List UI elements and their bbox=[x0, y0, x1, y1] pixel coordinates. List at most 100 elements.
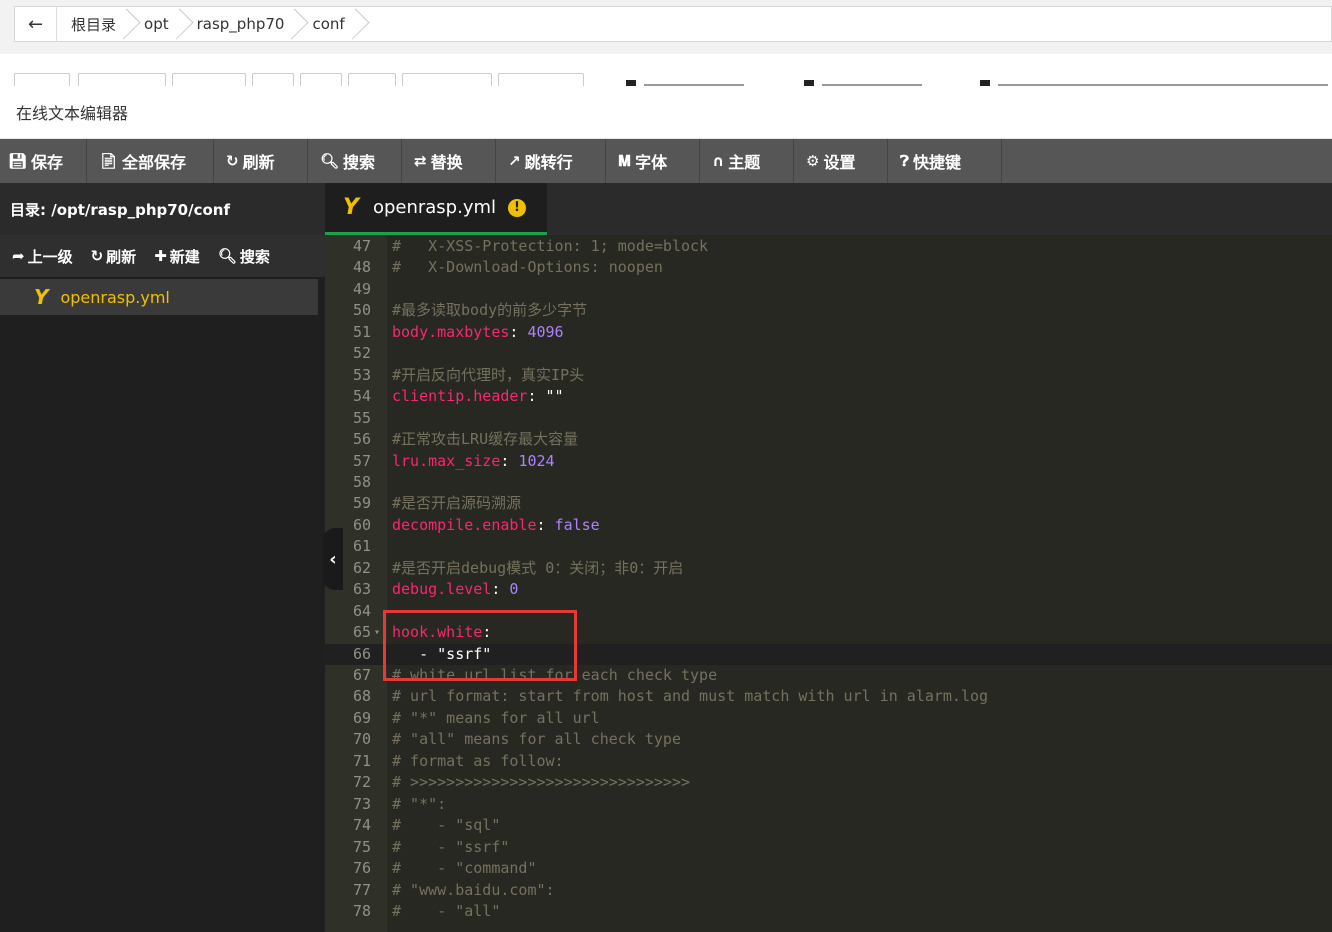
code-line[interactable]: 70 # "all" means for all check type bbox=[325, 729, 1332, 750]
save-button[interactable]: 💾︎ 保存 bbox=[0, 139, 87, 183]
code-line[interactable]: 73 # "*": bbox=[325, 794, 1332, 815]
code-token: #开启反向代理时，真实IP头 bbox=[392, 365, 585, 384]
code-line[interactable]: 68 # url format: start from host and must… bbox=[325, 686, 1332, 707]
code-line[interactable]: 78 # - "all" bbox=[325, 901, 1332, 922]
back-arrow-icon[interactable]: ← bbox=[15, 7, 57, 41]
breadcrumb-item-root[interactable]: 根目录 bbox=[57, 7, 141, 41]
code-line[interactable]: 50 #最多读取body的前多少字节 bbox=[325, 300, 1332, 321]
line-content: clientip.header: "" bbox=[392, 386, 564, 407]
line-content: decompile.enable: false bbox=[392, 515, 600, 536]
line-content: #是否开启debug模式 0：关闭；非0：开启 bbox=[392, 558, 683, 579]
refresh-button[interactable]: ↻ 刷新 bbox=[214, 139, 308, 183]
file-sidebar: 目录: /opt/rasp_php70/conf ➦ 上一级 ↻ 刷新 ✚ 新建 🔍︎… bbox=[0, 183, 325, 932]
code-line[interactable]: 63 debug.level: 0 bbox=[325, 579, 1332, 600]
line-content: # - "all" bbox=[392, 901, 500, 922]
code-line[interactable]: 49 bbox=[325, 279, 1332, 300]
code-line[interactable]: 74 # - "sql" bbox=[325, 815, 1332, 836]
collapse-sidebar-button[interactable]: ‹ bbox=[323, 528, 343, 590]
code-line[interactable]: 56 #正常攻击LRU缓存最大容量 bbox=[325, 429, 1332, 450]
replace-icon: ⇄ bbox=[414, 152, 427, 170]
code-token: "ssrf" bbox=[437, 644, 492, 663]
line-number: 66 bbox=[352, 644, 371, 663]
code-line[interactable]: 58 bbox=[325, 472, 1332, 493]
file-item-openrasp-yml[interactable]: Y openrasp.yml bbox=[0, 279, 318, 315]
code-line[interactable]: 71 # format as follow: bbox=[325, 751, 1332, 772]
line-number: 64 bbox=[352, 601, 371, 620]
code-line[interactable]: 60 decompile.enable: false bbox=[325, 515, 1332, 536]
code-token: # - "sql" bbox=[392, 816, 501, 835]
code-token: : bbox=[509, 322, 528, 341]
code-token: : bbox=[482, 623, 492, 642]
goto-line-icon: ↗ bbox=[508, 152, 521, 170]
code-line[interactable]: 64 bbox=[325, 601, 1332, 622]
font-icon: 𝐌 bbox=[618, 152, 632, 170]
line-number: 57 bbox=[352, 451, 371, 470]
code-line[interactable]: 76 # - "command" bbox=[325, 858, 1332, 879]
save-all-button[interactable]: 📄︎ 全部保存 bbox=[87, 139, 214, 183]
code-token: # white url list for each check type bbox=[392, 666, 718, 684]
code-line[interactable]: 52 bbox=[325, 343, 1332, 364]
theme-button[interactable]: ∩ 主题 bbox=[700, 139, 794, 183]
font-button[interactable]: 𝐌 字体 bbox=[606, 139, 700, 183]
code-token: #最多读取body的前多少字节 bbox=[392, 301, 588, 320]
code-line[interactable]: 48 # X-Download-Options: noopen bbox=[325, 257, 1332, 278]
line-number: 65 bbox=[352, 623, 371, 642]
code-line[interactable]: 53 #开启反向代理时，真实IP头 bbox=[325, 365, 1332, 386]
up-level-button[interactable]: ➦ 上一级 bbox=[12, 246, 73, 267]
line-number: 74 bbox=[352, 816, 371, 835]
code-token: # - "ssrf" bbox=[392, 837, 510, 856]
code-line[interactable]: 54 clientip.header: "" bbox=[325, 386, 1332, 407]
line-content: hook.white: bbox=[392, 622, 491, 643]
code-line[interactable]: 55 bbox=[325, 408, 1332, 429]
line-content: #是否开启源码溯源 bbox=[392, 493, 521, 514]
code-line[interactable]: 67 # white url list for each check type bbox=[325, 665, 1332, 686]
line-content: # "all" means for all check type bbox=[392, 729, 681, 750]
sidebar-refresh-button[interactable]: ↻ 刷新 bbox=[91, 246, 137, 267]
line-content: # - "ssrf" bbox=[392, 837, 509, 858]
settings-button[interactable]: ⚙︎ 设置 bbox=[794, 139, 888, 183]
code-token: # - "all" bbox=[392, 901, 501, 920]
code-line[interactable]: 75 # - "ssrf" bbox=[325, 837, 1332, 858]
help-icon: ❓︎ bbox=[900, 152, 910, 170]
code-line[interactable]: 77 # "www.baidu.com": bbox=[325, 880, 1332, 901]
code-token: body.maxbytes bbox=[392, 322, 510, 341]
code-line[interactable]: 57 lru.max_size: 1024 bbox=[325, 451, 1332, 472]
unsaved-warning-icon[interactable]: ! bbox=[508, 198, 527, 217]
fold-toggle-icon[interactable]: ▾ bbox=[374, 622, 380, 643]
line-number: 68 bbox=[352, 687, 371, 706]
code-token: lru.max_size bbox=[392, 451, 501, 470]
code-line[interactable]: 61 bbox=[325, 536, 1332, 557]
editor-tab-bar: Y openrasp.yml ! bbox=[325, 183, 1332, 235]
code-line[interactable]: 62 #是否开启debug模式 0：关闭；非0：开启 bbox=[325, 558, 1332, 579]
code-token: # X-XSS-Protection: 1; mode=block bbox=[392, 237, 709, 255]
code-token: : bbox=[500, 451, 519, 470]
new-file-button[interactable]: ✚ 新建 bbox=[154, 246, 200, 267]
theme-icon: ∩ bbox=[712, 152, 725, 170]
line-number: 52 bbox=[352, 344, 371, 363]
sidebar-search-button[interactable]: 🔍︎ 搜索 bbox=[218, 246, 270, 267]
gear-icon: ⚙︎ bbox=[806, 152, 820, 170]
code-token: clientip.header bbox=[392, 387, 528, 406]
breadcrumb-item-conf[interactable]: conf bbox=[298, 7, 370, 41]
search-button[interactable]: 🔍︎ 搜索 bbox=[308, 139, 402, 183]
refresh-icon: ↻ bbox=[90, 247, 104, 265]
code-token: debug.level bbox=[392, 580, 492, 599]
code-line[interactable]: 47 # X-XSS-Protection: 1; mode=block bbox=[325, 236, 1332, 257]
code-line[interactable]: 69 # "*" means for all url bbox=[325, 708, 1332, 729]
code-line[interactable]: 72 # >>>>>>>>>>>>>>>>>>>>>>>>>>>>>>> bbox=[325, 772, 1332, 793]
replace-button[interactable]: ⇄ 替换 bbox=[402, 139, 496, 183]
code-token: # X-Download-Options: noopen bbox=[392, 258, 663, 277]
line-number: 69 bbox=[352, 708, 371, 727]
goto-line-button[interactable]: ↗ 跳转行 bbox=[496, 139, 606, 183]
shortcuts-button[interactable]: ❓︎ 快捷键 bbox=[888, 139, 1002, 183]
code-line[interactable]: 59 #是否开启源码溯源 bbox=[325, 493, 1332, 514]
code-line[interactable]: 51 body.maxbytes: 4096 bbox=[325, 322, 1332, 343]
code-line[interactable]: 65 ▾ hook.white: bbox=[325, 622, 1332, 643]
code-line[interactable]: 66 - "ssrf" bbox=[325, 643, 1332, 665]
save-all-icon: 📄︎ bbox=[99, 152, 119, 170]
tab-openrasp-yml[interactable]: Y openrasp.yml ! bbox=[325, 183, 547, 235]
code-token: # "www.baidu.com": bbox=[392, 880, 555, 899]
line-content: # "*": bbox=[392, 794, 446, 815]
code-editor[interactable]: 47 # X-XSS-Protection: 1; mode=block 48 # X… bbox=[325, 235, 1332, 932]
breadcrumb-item-rasp-php70[interactable]: rasp_php70 bbox=[183, 7, 310, 41]
